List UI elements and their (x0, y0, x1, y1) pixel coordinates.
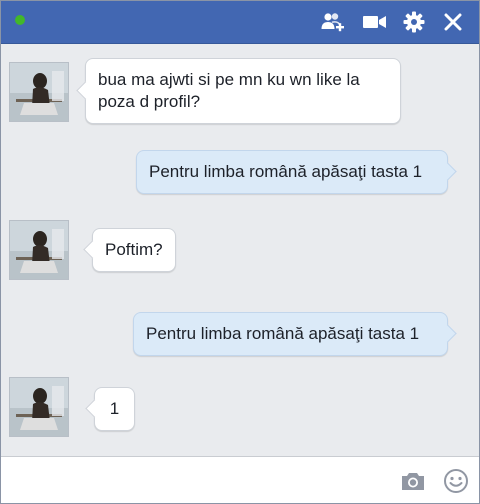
chat-window: bua ma ajwti si pe mn ku wn like la poza… (0, 0, 480, 504)
message-list[interactable]: bua ma ajwti si pe mn ku wn like la poza… (1, 44, 479, 456)
message-text: 1 (109, 399, 120, 418)
message-text: bua ma ajwti si pe mn ku wn like la poza… (98, 70, 360, 111)
outgoing-message-bubble: Pentru limba română apăsaţi tasta 1 (136, 150, 448, 194)
online-status-dot (15, 15, 25, 25)
sender-avatar[interactable] (10, 378, 68, 436)
gear-icon[interactable] (402, 10, 426, 34)
emoji-icon[interactable] (442, 467, 470, 495)
incoming-message-bubble: Poftim? (92, 228, 176, 272)
sender-avatar[interactable] (10, 221, 68, 279)
incoming-message-bubble: bua ma ajwti si pe mn ku wn like la poza… (85, 58, 401, 124)
message-text: Poftim? (105, 240, 163, 259)
camera-icon[interactable] (399, 467, 427, 495)
add-friend-icon[interactable] (321, 10, 345, 34)
message-text: Pentru limba română apăsaţi tasta 1 (149, 162, 423, 181)
message-text: Pentru limba română apăsaţi tasta 1 (146, 324, 420, 343)
chat-titlebar[interactable] (1, 1, 479, 44)
incoming-message-bubble: 1 (94, 387, 135, 431)
video-call-icon[interactable] (363, 10, 387, 34)
close-icon[interactable] (441, 10, 465, 34)
sender-avatar[interactable] (10, 63, 68, 121)
message-composer (1, 456, 479, 503)
message-input[interactable] (9, 463, 383, 499)
outgoing-message-bubble: Pentru limba română apăsaţi tasta 1 (133, 312, 448, 356)
